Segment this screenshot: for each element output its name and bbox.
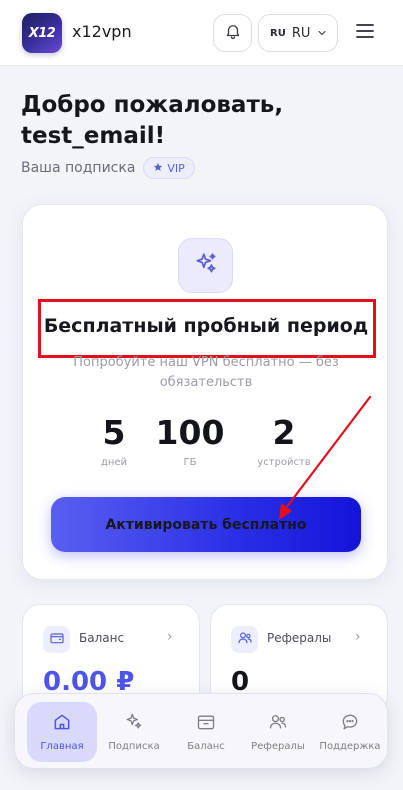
notifications-button[interactable] <box>213 14 252 52</box>
nav-subscription[interactable]: Подписка <box>99 702 169 762</box>
balance-title: Баланс <box>79 631 125 645</box>
stat-label: устройств <box>257 457 311 468</box>
users-icon <box>237 630 253 650</box>
stat-devices: 2 устройств <box>239 413 329 468</box>
sparkles-badge <box>178 238 233 293</box>
wallet-icon <box>196 712 216 736</box>
nav-label: Подписка <box>108 741 160 752</box>
menu-button[interactable] <box>352 20 378 46</box>
sparkles-icon <box>124 712 144 736</box>
users-icon <box>268 712 288 736</box>
nav-label: Баланс <box>187 741 225 752</box>
brand-name: x12vpn <box>72 22 132 41</box>
sparkles-icon <box>193 251 219 281</box>
language-code: RU <box>270 27 286 39</box>
chat-bubble-icon <box>340 712 360 736</box>
stat-label: ГБ <box>183 457 197 468</box>
trial-card: Бесплатный пробный период Попробуйте наш… <box>22 204 388 580</box>
wallet-icon-box <box>43 626 70 653</box>
home-icon <box>52 712 72 736</box>
welcome-title: Добро пожаловать, test_email! <box>21 92 284 149</box>
trial-description: Попробуйте наш VPN бесплатно — без обяза… <box>73 355 339 390</box>
hamburger-icon <box>355 23 375 43</box>
nav-label: Главная <box>40 741 84 752</box>
star-icon <box>153 162 163 175</box>
logo-text: X12 <box>28 25 56 41</box>
chevron-down-icon <box>316 24 328 43</box>
subscription-row: Ваша подписка VIP <box>21 157 195 179</box>
stat-value: 2 <box>272 413 296 452</box>
language-label: RU <box>291 25 311 41</box>
users-icon-box <box>231 626 258 653</box>
nav-balance[interactable]: Баланс <box>171 702 241 762</box>
stat-traffic: 100 ГБ <box>145 413 235 468</box>
annotation-highlight-box <box>38 299 376 358</box>
nav-home[interactable]: Главная <box>27 702 97 762</box>
vip-badge: VIP <box>143 157 195 179</box>
nav-label: Рефералы <box>251 741 305 752</box>
app-logo[interactable]: X12 <box>22 13 62 53</box>
stat-value: 100 <box>155 413 225 452</box>
app-header: X12 x12vpn RU RU <box>0 0 403 66</box>
nav-referrals[interactable]: Рефералы <box>243 702 313 762</box>
activate-trial-button[interactable]: Активировать бесплатно <box>51 497 361 552</box>
nav-support[interactable]: Поддержка <box>315 702 385 762</box>
wallet-icon <box>49 630 65 650</box>
chevron-right-icon: › <box>167 629 173 645</box>
subscription-label: Ваша подписка <box>21 160 136 176</box>
referrals-title: Рефералы <box>267 631 332 645</box>
nav-label: Поддержка <box>319 741 381 752</box>
vip-badge-label: VIP <box>167 161 185 175</box>
chevron-right-icon: › <box>355 629 361 645</box>
language-selector[interactable]: RU RU <box>258 14 338 52</box>
bell-icon <box>224 22 242 44</box>
bottom-navigation: Главная Подписка Баланс Рефералы Поддерж… <box>14 693 388 769</box>
